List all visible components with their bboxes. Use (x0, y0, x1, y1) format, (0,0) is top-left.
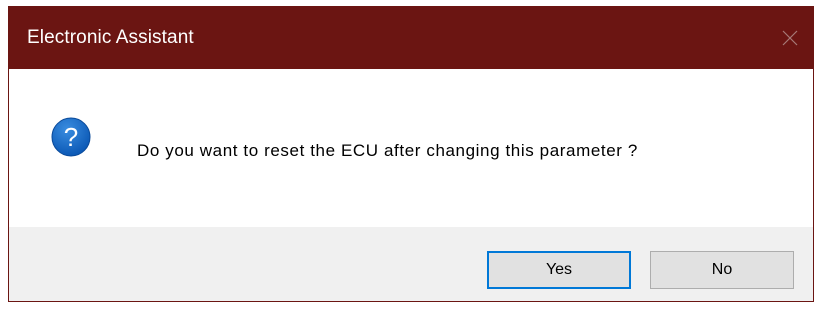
title-bar[interactable]: Electronic Assistant (9, 7, 813, 69)
question-icon: ? (51, 117, 91, 157)
no-button[interactable]: No (650, 251, 794, 289)
yes-button[interactable]: Yes (487, 251, 631, 289)
dialog-content: ? Do you want to reset the ECU after cha… (9, 69, 813, 227)
close-button[interactable] (767, 7, 813, 69)
svg-text:?: ? (64, 122, 78, 152)
close-icon (782, 30, 798, 46)
dialog-window: Electronic Assistant ? Do you want to re… (8, 6, 814, 302)
button-bar: Yes No (9, 227, 813, 301)
window-title: Electronic Assistant (27, 27, 194, 48)
dialog-message: Do you want to reset the ECU after chang… (137, 141, 638, 160)
